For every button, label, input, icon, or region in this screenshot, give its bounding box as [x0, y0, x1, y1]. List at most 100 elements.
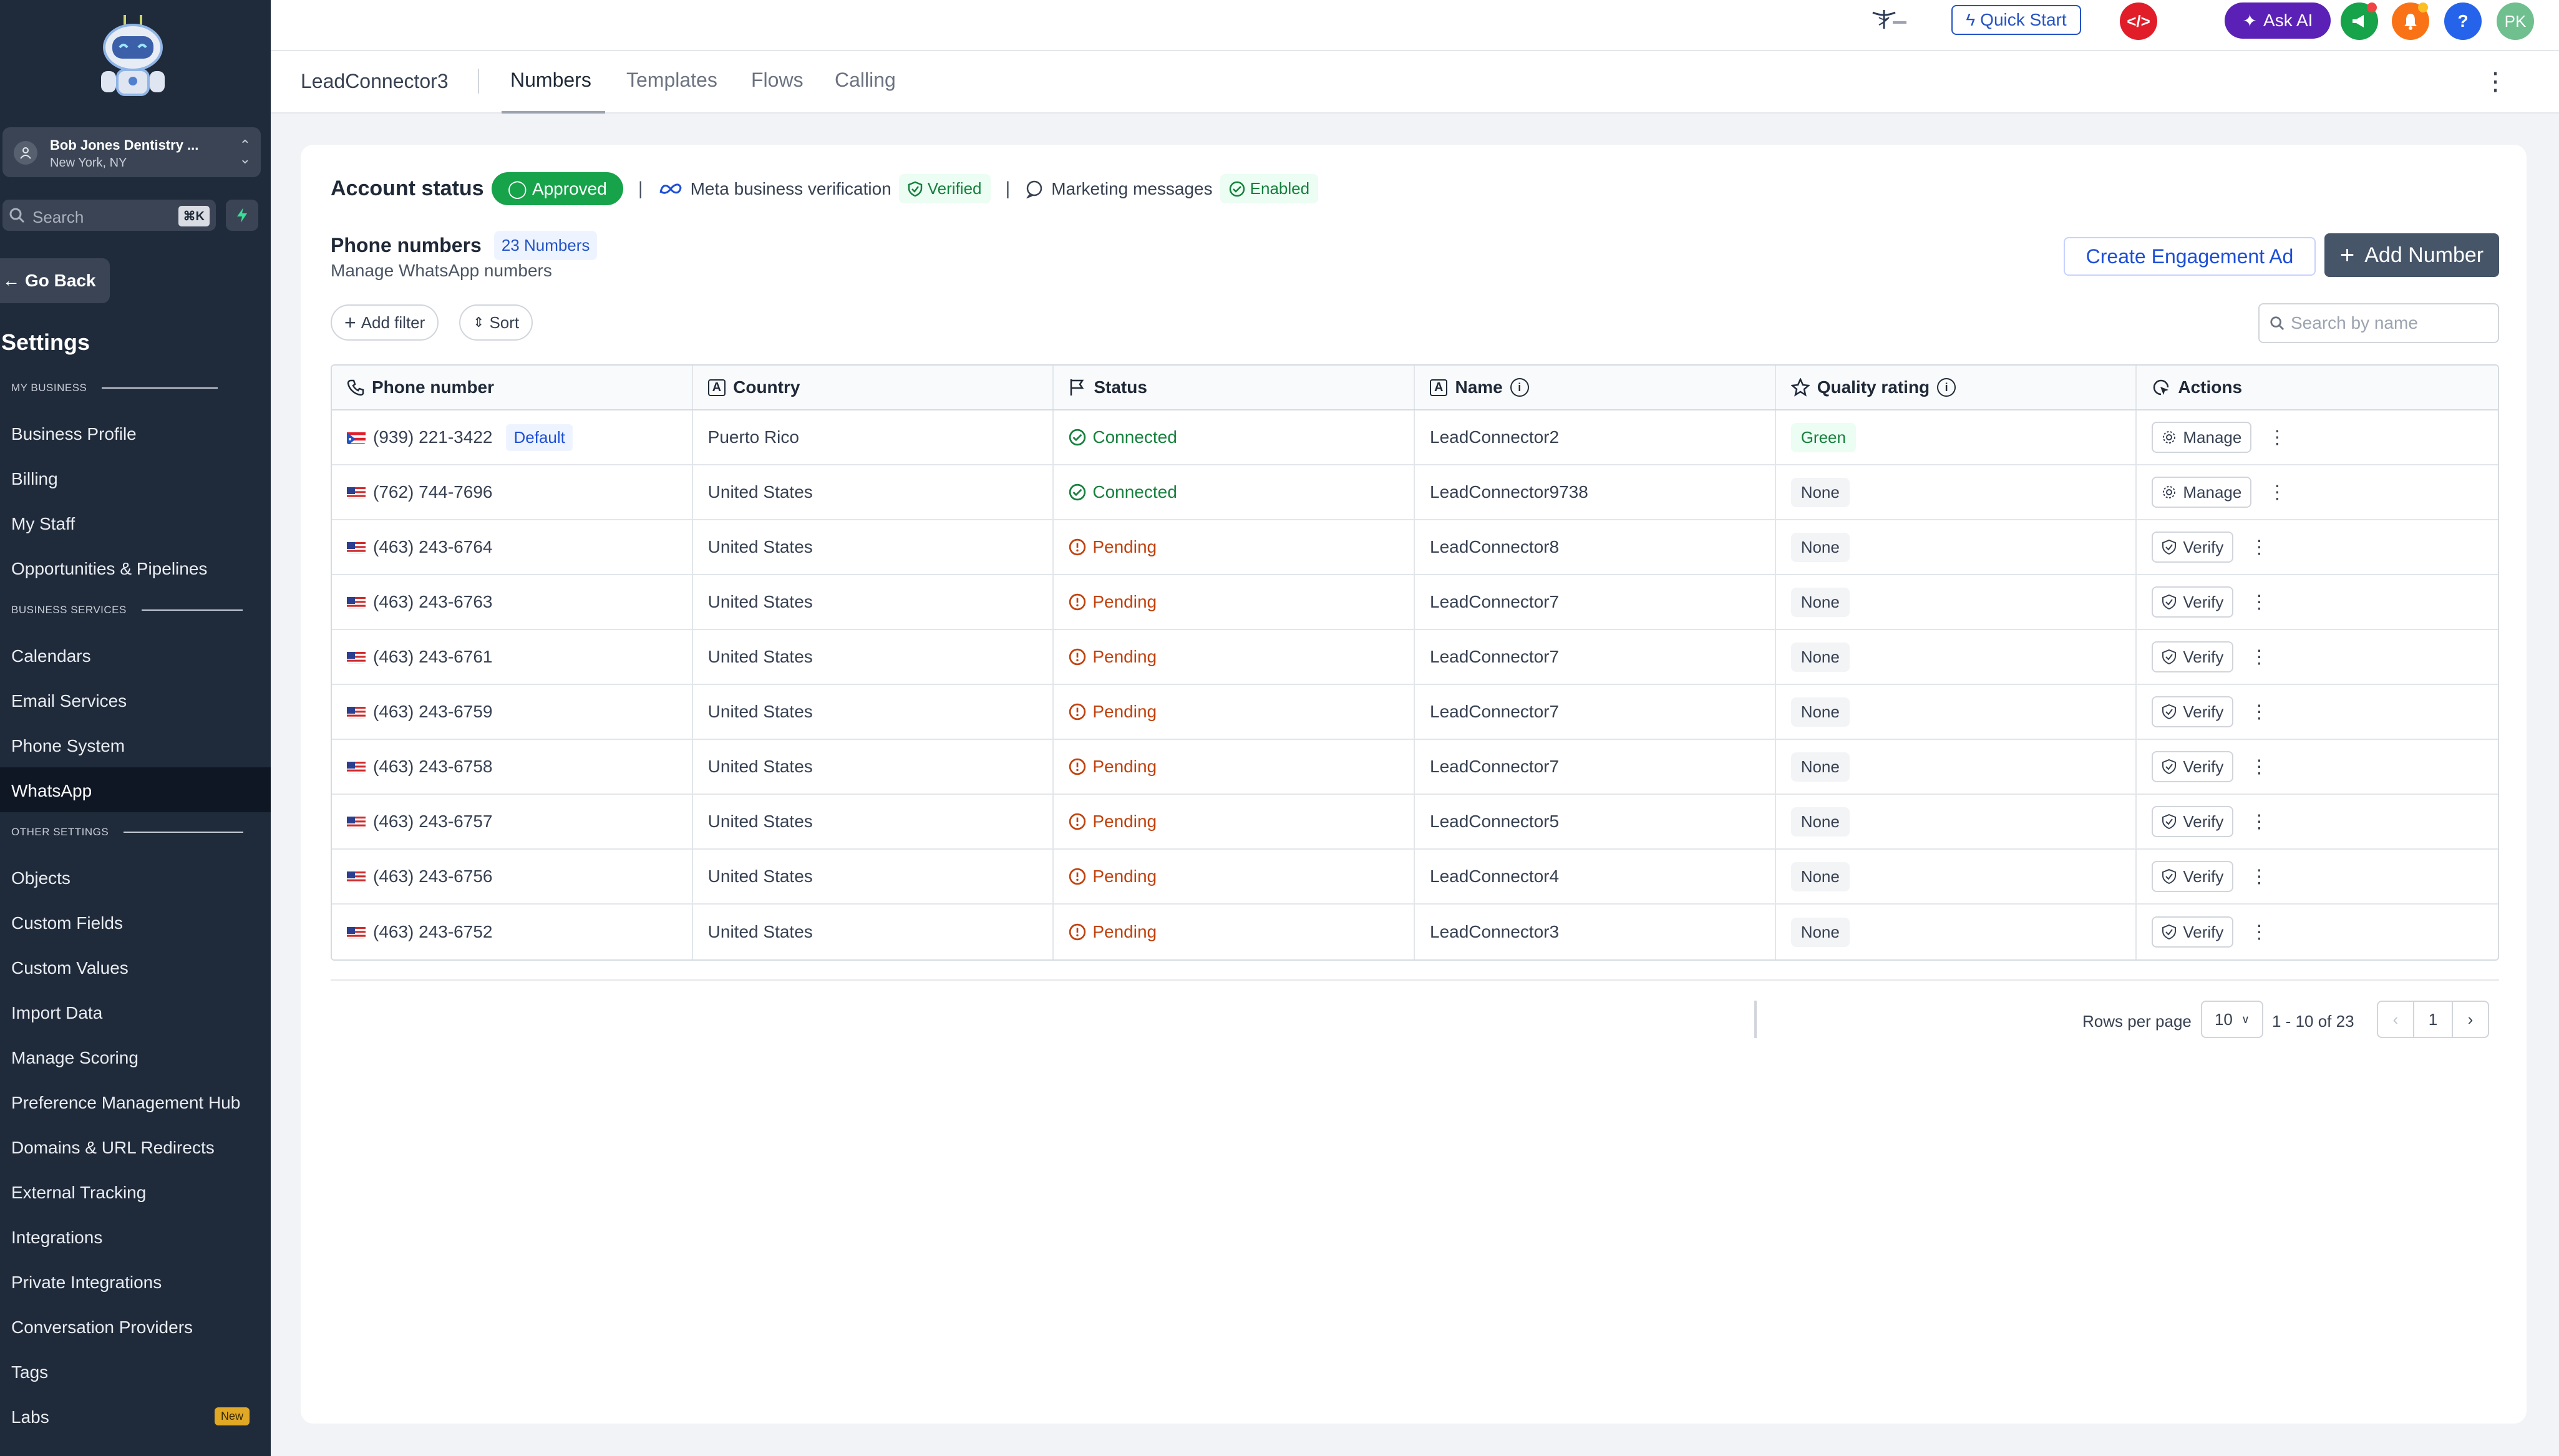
- us-flag-icon: [347, 650, 366, 664]
- lightning-bolt-button[interactable]: [226, 200, 258, 231]
- info-icon[interactable]: i: [1937, 378, 1956, 397]
- row-more-options-icon[interactable]: ⋮: [2268, 482, 2286, 503]
- manage-button[interactable]: Manage: [2152, 422, 2252, 453]
- sidebar-item-custom-values[interactable]: Custom Values: [11, 958, 129, 978]
- sidebar-item-whatsapp[interactable]: WhatsApp: [11, 781, 92, 801]
- help-button[interactable]: ?: [2444, 2, 2482, 40]
- column-status[interactable]: Status: [1054, 366, 1415, 409]
- sidebar-item-labs[interactable]: Labs: [11, 1407, 49, 1427]
- sidebar-item-import-data[interactable]: Import Data: [11, 1003, 102, 1023]
- shield-check-icon: [2162, 924, 2177, 940]
- page-1-button[interactable]: 1: [2413, 1001, 2453, 1038]
- status-text: Connected: [1092, 427, 1177, 447]
- user-avatar[interactable]: PK: [2497, 2, 2534, 40]
- phone-number-cell: (463) 243-6758: [332, 740, 693, 794]
- table-row: (463) 243-6764 United States Pending LeadCo…: [332, 520, 2498, 575]
- row-more-options-icon[interactable]: ⋮: [2250, 646, 2268, 668]
- status-text: Pending: [1092, 702, 1157, 721]
- rows-per-page-select[interactable]: 10 ∨: [2201, 1001, 2263, 1038]
- verify-button[interactable]: Verify: [2152, 806, 2234, 837]
- column-quality-rating[interactable]: Quality rating i: [1776, 366, 2137, 409]
- country: United States: [707, 482, 813, 502]
- sidebar-item-opportunities[interactable]: Opportunities & Pipelines: [11, 559, 207, 579]
- numbers-count-badge: 23 Numbers: [493, 231, 598, 260]
- actions-cell: Manage ⋮: [2137, 465, 2498, 519]
- status-cell: Pending: [1054, 795, 1415, 848]
- verify-button[interactable]: Verify: [2152, 586, 2234, 618]
- sidebar-search[interactable]: Search ⌘K: [2, 200, 216, 231]
- column-phone-number[interactable]: Phone number: [332, 366, 693, 409]
- country-cell: United States: [693, 795, 1054, 848]
- sidebar-item-private-integrations[interactable]: Private Integrations: [11, 1273, 162, 1293]
- sidebar-item-domains[interactable]: Domains & URL Redirects: [11, 1138, 215, 1158]
- sidebar-item-conversation-providers[interactable]: Conversation Providers: [11, 1318, 193, 1337]
- row-more-options-icon[interactable]: ⋮: [2250, 811, 2268, 833]
- verify-button[interactable]: Verify: [2152, 751, 2234, 782]
- row-more-options-icon[interactable]: ⋮: [2250, 866, 2268, 888]
- sidebar-item-my-staff[interactable]: My Staff: [11, 514, 75, 534]
- sidebar-item-email-services[interactable]: Email Services: [11, 691, 127, 711]
- tab-calling[interactable]: Calling: [835, 69, 896, 92]
- notifications-button[interactable]: [2392, 2, 2429, 40]
- column-actions: Actions: [2137, 366, 2498, 409]
- sidebar-item-integrations[interactable]: Integrations: [11, 1228, 102, 1248]
- previous-page-button[interactable]: ‹: [2377, 1001, 2414, 1038]
- row-more-options-icon[interactable]: ⋮: [2250, 591, 2268, 613]
- quick-start-button[interactable]: ϟ Quick Start: [1951, 5, 2081, 35]
- action-label: Verify: [2183, 592, 2224, 611]
- ask-ai-button[interactable]: ✦ Ask AI: [2225, 2, 2331, 39]
- manage-button[interactable]: Manage: [2152, 477, 2252, 508]
- sidebar-item-preference-hub[interactable]: Preference Management Hub: [11, 1093, 240, 1113]
- sidebar-item-objects[interactable]: Objects: [11, 868, 70, 888]
- sort-button[interactable]: ⇕ Sort: [459, 304, 533, 341]
- name-cell: LeadConnector4: [1415, 850, 1776, 903]
- row-more-options-icon[interactable]: ⋮: [2250, 701, 2268, 723]
- account-switcher[interactable]: Bob Jones Dentistry ... New York, NY ⌃ ⌄: [2, 127, 261, 177]
- number-name: LeadConnector8: [1430, 537, 1560, 556]
- verify-button[interactable]: Verify: [2152, 531, 2234, 563]
- status-cell: Connected: [1054, 465, 1415, 519]
- tab-numbers[interactable]: Numbers: [510, 69, 591, 92]
- actions-cell: Verify ⋮: [2137, 520, 2498, 574]
- sidebar-item-external-tracking[interactable]: External Tracking: [11, 1183, 146, 1203]
- sidebar-item-billing[interactable]: Billing: [11, 469, 58, 489]
- code-embed-button[interactable]: </>: [2120, 2, 2157, 40]
- column-name[interactable]: A Name i: [1415, 366, 1776, 409]
- info-icon[interactable]: i: [1510, 378, 1529, 397]
- more-options-icon[interactable]: ⋮: [2483, 67, 2508, 96]
- search-by-name-input[interactable]: Search by name: [2258, 303, 2499, 343]
- row-more-options-icon[interactable]: ⋮: [2250, 756, 2268, 778]
- active-tab-indicator: [502, 111, 605, 114]
- phone-number: (463) 243-6763: [373, 592, 493, 611]
- quality-badge: None: [1790, 861, 1850, 891]
- next-page-button[interactable]: ›: [2452, 1001, 2489, 1038]
- verify-button[interactable]: Verify: [2152, 916, 2234, 948]
- row-more-options-icon[interactable]: ⋮: [2250, 921, 2268, 943]
- table-row: (463) 243-6763 United States Pending LeadCo…: [332, 575, 2498, 630]
- sidebar-item-custom-fields[interactable]: Custom Fields: [11, 913, 123, 933]
- row-more-options-icon[interactable]: ⋮: [2250, 536, 2268, 558]
- check-circle-icon: [1069, 483, 1086, 501]
- verify-button[interactable]: Verify: [2152, 861, 2234, 892]
- tab-flows[interactable]: Flows: [751, 69, 804, 92]
- announcements-button[interactable]: [2341, 2, 2378, 40]
- sidebar-item-manage-scoring[interactable]: Manage Scoring: [11, 1048, 138, 1068]
- column-country[interactable]: A Country: [693, 366, 1054, 409]
- sidebar-item-calendars[interactable]: Calendars: [11, 646, 91, 666]
- add-filter-button[interactable]: + Add filter: [331, 304, 439, 341]
- create-engagement-ad-button[interactable]: Create Engagement Ad: [2064, 237, 2316, 276]
- status-text: Pending: [1092, 647, 1157, 666]
- row-more-options-icon[interactable]: ⋮: [2268, 427, 2286, 449]
- check-circle-icon: [1069, 429, 1086, 446]
- sidebar-item-phone-system[interactable]: Phone System: [11, 736, 125, 756]
- add-number-button[interactable]: + Add Number: [2324, 233, 2499, 277]
- go-back-button[interactable]: ← Go Back: [0, 258, 110, 303]
- verify-button[interactable]: Verify: [2152, 641, 2234, 672]
- sidebar-item-business-profile[interactable]: Business Profile: [11, 424, 137, 444]
- alert-circle-icon: [1069, 758, 1086, 775]
- verify-button[interactable]: Verify: [2152, 696, 2234, 727]
- sidebar-item-tags[interactable]: Tags: [11, 1362, 48, 1382]
- status-text: Pending: [1092, 757, 1157, 776]
- tab-templates[interactable]: Templates: [626, 69, 717, 92]
- approved-badge: ◯ Approved: [491, 172, 623, 205]
